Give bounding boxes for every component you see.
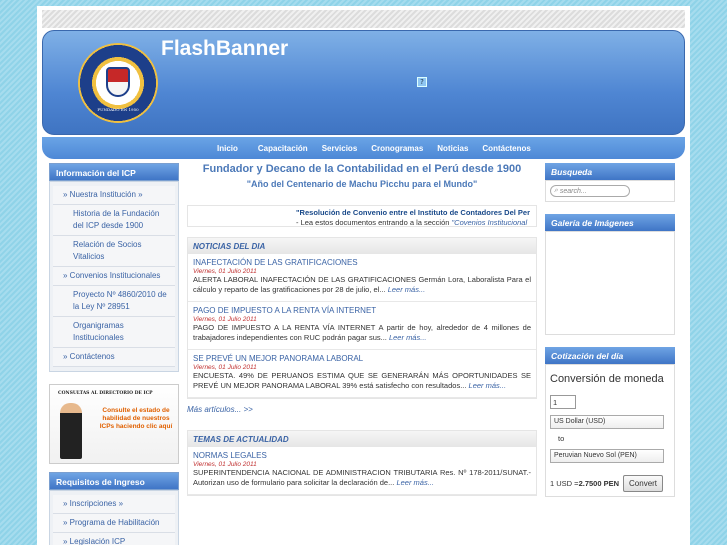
right-sidebar: Busqueda ⌕ search... Galería de Imágenes… <box>545 163 675 497</box>
search-input[interactable]: ⌕ search... <box>550 185 630 197</box>
read-more-link[interactable]: Leer más... <box>388 285 426 294</box>
page-subtitle: "Año del Centenario de Machu Picchu para… <box>246 179 478 189</box>
requisitos-heading: Requisitos de Ingreso <box>49 472 179 490</box>
news-section: NOTICIAS DEL DIA INAFECTACIÓN DE LAS GRA… <box>187 237 537 399</box>
gallery-heading: Galería de Imágenes <box>545 214 675 231</box>
topic-body-text: SUPERINTENDENCIA NACIONAL DE ADMINISTRAC… <box>193 468 531 487</box>
topics-section: TEMAS DE ACTUALIDAD NORMAS LEGALES Viern… <box>187 430 537 496</box>
news-title[interactable]: PAGO DE IMPUESTO A LA RENTA VÍA INTERNET <box>193 306 531 315</box>
read-more-link[interactable]: Leer más... <box>389 333 427 342</box>
converter-title: Conversión de moneda <box>550 373 664 385</box>
news-item: SE PREVÉ UN MEJOR PANORAMA LABORAL Viern… <box>188 350 536 398</box>
nav-cronogramas[interactable]: Cronogramas <box>371 144 423 153</box>
menu-legislacion[interactable]: » Legislación ICP <box>53 533 175 545</box>
promo-heading: CONSULTAS AL DIRECTORIO DE ICP <box>58 391 153 396</box>
image-gallery <box>545 231 675 335</box>
ticker-link[interactable]: "Covenios Institucional <box>452 218 528 226</box>
currency-converter: Conversión de moneda 1 US Dollar (USD) t… <box>545 364 675 497</box>
search-heading: Busqueda <box>545 163 675 180</box>
promo-text: Consulte el estado de habilidad de nuest… <box>99 407 173 430</box>
icp-logo: FUNDADO EN 1950 <box>78 43 158 123</box>
nav-noticias[interactable]: Noticias <box>437 144 468 153</box>
result-value: 2.7500 PEN <box>578 479 620 488</box>
news-title[interactable]: INAFECTACIÓN DE LAS GRATIFICACIONES <box>193 258 531 267</box>
top-stripe <box>42 10 685 28</box>
news-body: ENCUESTA. 49% DE PERUANOS ESTIMA QUE SE … <box>193 371 531 391</box>
header-banner: FUNDADO EN 1950 FlashBanner ? <box>42 30 685 135</box>
news-body: PAGO DE IMPUESTO A LA RENTA VÍA INTERNET… <box>193 323 531 343</box>
person-image <box>60 403 82 459</box>
menu-programa-habilitacion[interactable]: » Programa de Habilitación <box>53 514 175 533</box>
news-date: Viernes, 01 Julio 2011 <box>193 364 257 371</box>
shield-icon <box>106 67 130 97</box>
menu-socios-vitalicios[interactable]: Relación de Socios Vitalicios <box>53 236 175 267</box>
menu-inscripciones[interactable]: » Inscripciones » <box>53 495 175 514</box>
convert-button[interactable]: Convert <box>623 475 664 492</box>
news-body-text: ALERTA LABORAL INAFECTACIÓN DE LAS GRATI… <box>193 275 531 294</box>
info-heading: Información del ICP <box>49 163 179 181</box>
ticker-line-2: - Lea estos documentos entrando a la sec… <box>296 218 528 227</box>
news-title[interactable]: SE PREVÉ UN MEJOR PANORAMA LABORAL <box>193 354 531 363</box>
news-body-text: PAGO DE IMPUESTO A LA RENTA VÍA INTERNET… <box>193 323 531 342</box>
to-label: to <box>558 434 565 443</box>
search-box: ⌕ search... <box>545 180 675 202</box>
news-item: PAGO DE IMPUESTO A LA RENTA VÍA INTERNET… <box>188 302 536 350</box>
topic-body: SUPERINTENDENCIA NACIONAL DE ADMINISTRAC… <box>193 468 531 488</box>
requisitos-menu: » Inscripciones » » Programa de Habilita… <box>49 490 179 545</box>
left-sidebar: Información del ICP » Nuestra Institució… <box>49 163 179 545</box>
ticker-text: - Lea estos documentos entrando a la sec… <box>296 218 452 227</box>
news-heading: NOTICIAS DEL DIA <box>188 238 536 254</box>
info-menu: » Nuestra Institución » Historia de la F… <box>49 181 179 372</box>
news-date: Viernes, 01 Julio 2011 <box>193 268 257 275</box>
menu-nuestra-institucion[interactable]: » Nuestra Institución » <box>53 186 175 205</box>
menu-organigramas[interactable]: Organigramas Institucionales <box>53 317 175 348</box>
search-placeholder: search... <box>559 187 587 195</box>
news-body: ALERTA LABORAL INAFECTACIÓN DE LAS GRATI… <box>193 275 531 295</box>
conversion-result: 1 USD = 2.7500 PEN Convert <box>550 475 670 492</box>
banner-title: FlashBanner <box>161 37 289 60</box>
page-container: FUNDADO EN 1950 FlashBanner ? Inicio Cap… <box>37 6 690 545</box>
from-currency-select[interactable]: US Dollar (USD) <box>550 415 664 429</box>
news-date: Viernes, 01 Julio 2011 <box>193 316 257 323</box>
menu-convenios[interactable]: » Convenios Institucionales <box>53 267 175 286</box>
read-more-link[interactable]: Leer más... <box>469 381 507 390</box>
amount-input[interactable]: 1 <box>550 395 576 409</box>
page-title: Fundador y Decano de la Contabilidad en … <box>202 163 522 175</box>
main-nav: Inicio Capacitación Servicios Cronograma… <box>42 137 685 159</box>
news-item: INAFECTACIÓN DE LAS GRATIFICACIONES Vier… <box>188 254 536 302</box>
topic-date: Viernes, 01 Julio 2011 <box>193 461 257 468</box>
topic-item: NORMAS LEGALES Viernes, 01 Julio 2011 SU… <box>188 447 536 495</box>
menu-contactenos[interactable]: » Contáctenos <box>53 348 175 367</box>
ticker-line-1[interactable]: "Resolución de Convenio entre el Institu… <box>296 208 530 217</box>
menu-historia[interactable]: Historia de la Fundación del ICP desde 1… <box>53 205 175 236</box>
news-ticker: "Resolución de Convenio entre el Institu… <box>187 205 537 227</box>
read-more-link[interactable]: Leer más... <box>396 478 434 487</box>
to-currency-select[interactable]: Peruvian Nuevo Sol (PEN) <box>550 449 664 463</box>
menu-proyecto-ley[interactable]: Proyecto Nº 4860/2010 de la Ley Nº 28951 <box>53 286 175 317</box>
topics-heading: TEMAS DE ACTUALIDAD <box>188 431 536 447</box>
nav-contactenos[interactable]: Contáctenos <box>482 144 530 153</box>
topic-title[interactable]: NORMAS LEGALES <box>193 451 531 460</box>
more-articles-link[interactable]: Más artículos... >> <box>187 405 537 414</box>
result-prefix: 1 USD = <box>550 479 579 488</box>
main-content: Fundador y Decano de la Contabilidad en … <box>187 163 537 496</box>
flash-plugin-icon[interactable]: ? <box>417 77 427 87</box>
nav-inicio[interactable]: Inicio <box>217 144 238 153</box>
nav-servicios[interactable]: Servicios <box>322 144 358 153</box>
logo-text: FUNDADO EN 1950 <box>97 107 139 112</box>
currency-heading: Cotización del día <box>545 347 675 364</box>
directory-promo-banner[interactable]: CONSULTAS AL DIRECTORIO DE ICP Consulte … <box>49 384 179 464</box>
nav-capacitacion[interactable]: Capacitación <box>258 144 308 153</box>
